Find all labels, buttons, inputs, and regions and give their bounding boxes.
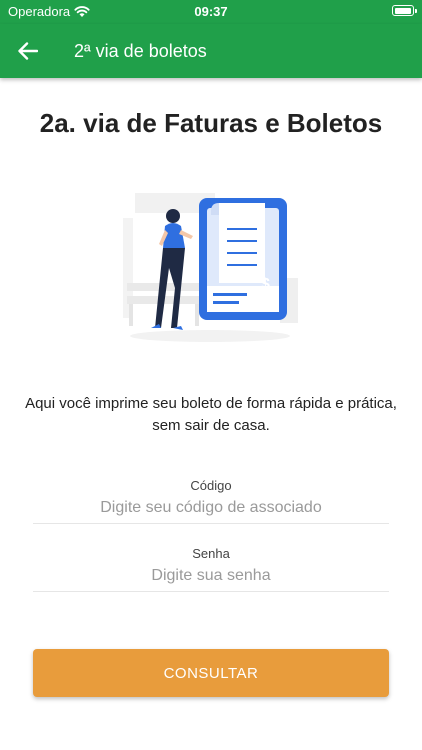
status-time: 09:37 — [194, 4, 228, 19]
app-bar: 2ª via de boletos — [0, 24, 422, 78]
svg-text:$: $ — [261, 276, 270, 293]
senha-label: Senha — [192, 546, 230, 561]
app-bar-title: 2ª via de boletos — [74, 40, 207, 61]
invoice-illustration: $ — [115, 178, 305, 348]
codigo-label: Código — [190, 478, 232, 493]
status-bar: Operadora 09:37 — [0, 0, 422, 24]
codigo-input[interactable] — [33, 499, 389, 523]
invoice-illustration-image: $ — [123, 193, 298, 342]
senha-input[interactable] — [33, 567, 389, 591]
page-description: Aqui você imprime seu boleto de forma rá… — [25, 395, 397, 434]
back-button[interactable] — [0, 24, 56, 78]
arrow-left-icon — [18, 42, 38, 60]
battery-icon — [392, 5, 417, 16]
senha-field: Senha — [33, 546, 389, 592]
consultar-button[interactable]: CONSULTAR — [33, 649, 389, 697]
codigo-field: Código — [33, 478, 389, 524]
page-title: 2a. via de Faturas e Boletos — [39, 108, 383, 138]
